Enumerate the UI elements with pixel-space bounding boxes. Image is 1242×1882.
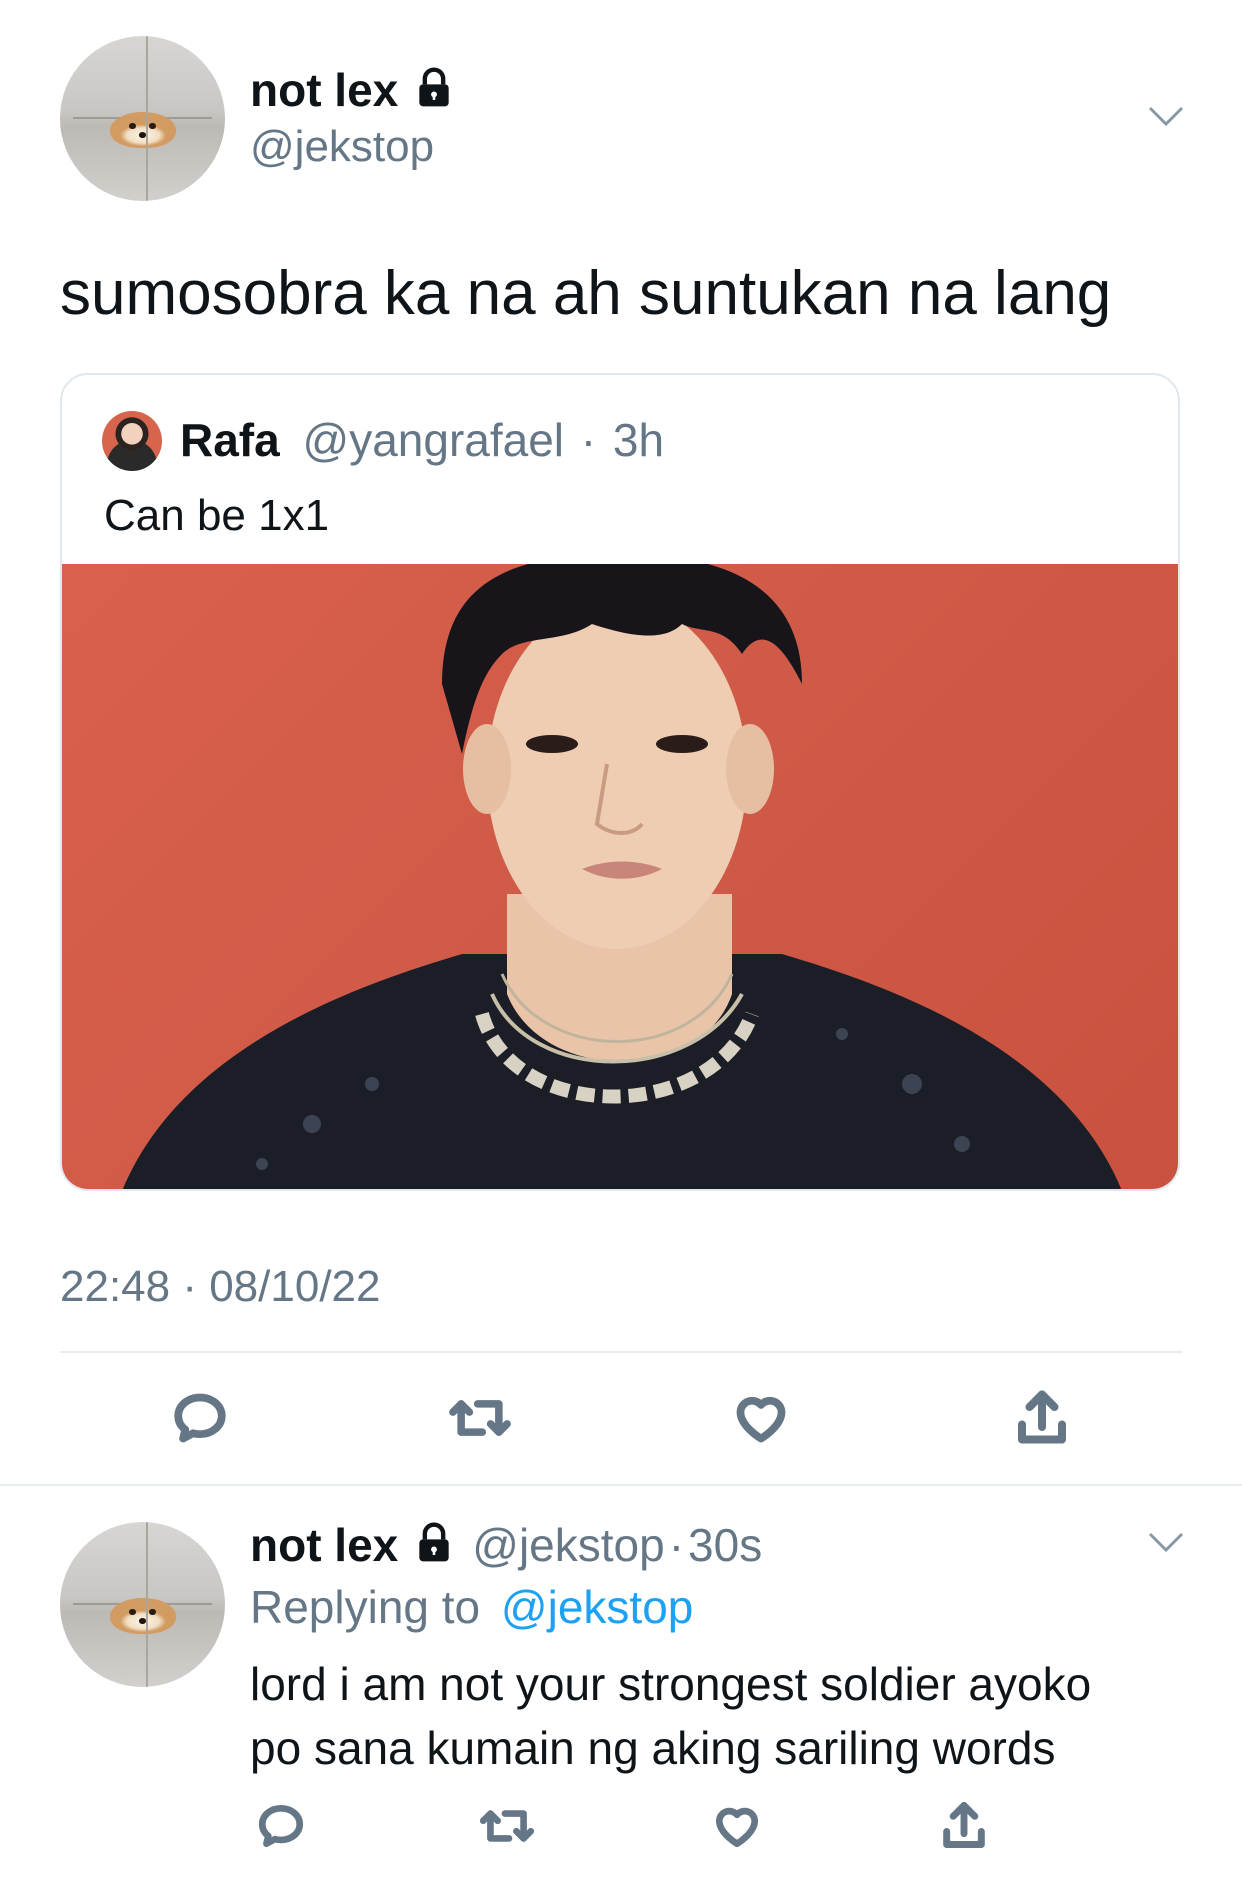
author-avatar[interactable] [60,36,225,201]
quoted-time[interactable]: 3h [613,414,664,466]
replying-to: Replying to @jekstop [250,1580,693,1634]
reply-separator: · [668,1519,685,1571]
reply-display-name[interactable]: not lex [250,1518,398,1572]
lock-icon [412,1521,456,1570]
reply-action-retweet-icon[interactable] [478,1801,536,1856]
reply-author-avatar[interactable] [60,1522,225,1687]
dog-avatar-image [109,111,176,149]
quoted-header: Rafa @yangrafael · 3h [180,413,664,467]
reply-header: not lex @jekstop · 30s [250,1514,762,1576]
reply-text-line-1: lord i am not your strongest soldier ayo… [250,1658,1092,1710]
quoted-separator: · [580,414,597,466]
tweet-text: sumosobra ka na ah suntukan na lang [60,259,1112,328]
dog-avatar-image [109,1597,176,1635]
like-icon[interactable] [731,1389,791,1452]
portrait-illustration [122,564,1122,1189]
reply-chevron-down-icon[interactable] [1146,1530,1186,1559]
reply-action-reply-icon[interactable] [256,1801,306,1856]
reply-text: lord i am not your strongest soldier ayo… [250,1652,1091,1780]
quoted-handle[interactable]: @yangrafael [303,414,565,466]
author-handle[interactable]: @jekstop [250,122,434,172]
quoted-author-avatar[interactable] [102,411,162,471]
author-name-row[interactable]: not lex [250,62,456,118]
lock-icon [412,66,456,115]
retweet-icon[interactable] [447,1389,513,1452]
divider-reply [0,1484,1242,1486]
share-icon[interactable] [1012,1386,1072,1453]
tweet-timestamp[interactable]: 22:48 · 08/10/22 [60,1262,380,1312]
divider-top-actions [60,1351,1182,1353]
replying-to-handle[interactable]: @jekstop [501,1581,693,1633]
author-display-name[interactable]: not lex [250,63,398,117]
quoted-display-name[interactable]: Rafa [180,414,280,466]
reply-action-share-icon[interactable] [938,1798,990,1857]
quoted-media-image[interactable] [62,564,1178,1189]
quoted-tweet-card[interactable]: Rafa @yangrafael · 3h Can be 1x1 [60,373,1180,1191]
reply-text-line-2: po sana kumain ng aking sariling words [250,1722,1056,1774]
reply-time[interactable]: 30s [688,1518,762,1572]
reply-handle[interactable]: @jekstop [472,1518,664,1572]
replying-to-label: Replying to [250,1581,481,1633]
reply-action-like-icon[interactable] [711,1801,763,1856]
reply-icon[interactable] [171,1389,229,1452]
chevron-down-icon[interactable] [1146,104,1186,133]
quoted-text: Can be 1x1 [104,491,330,540]
